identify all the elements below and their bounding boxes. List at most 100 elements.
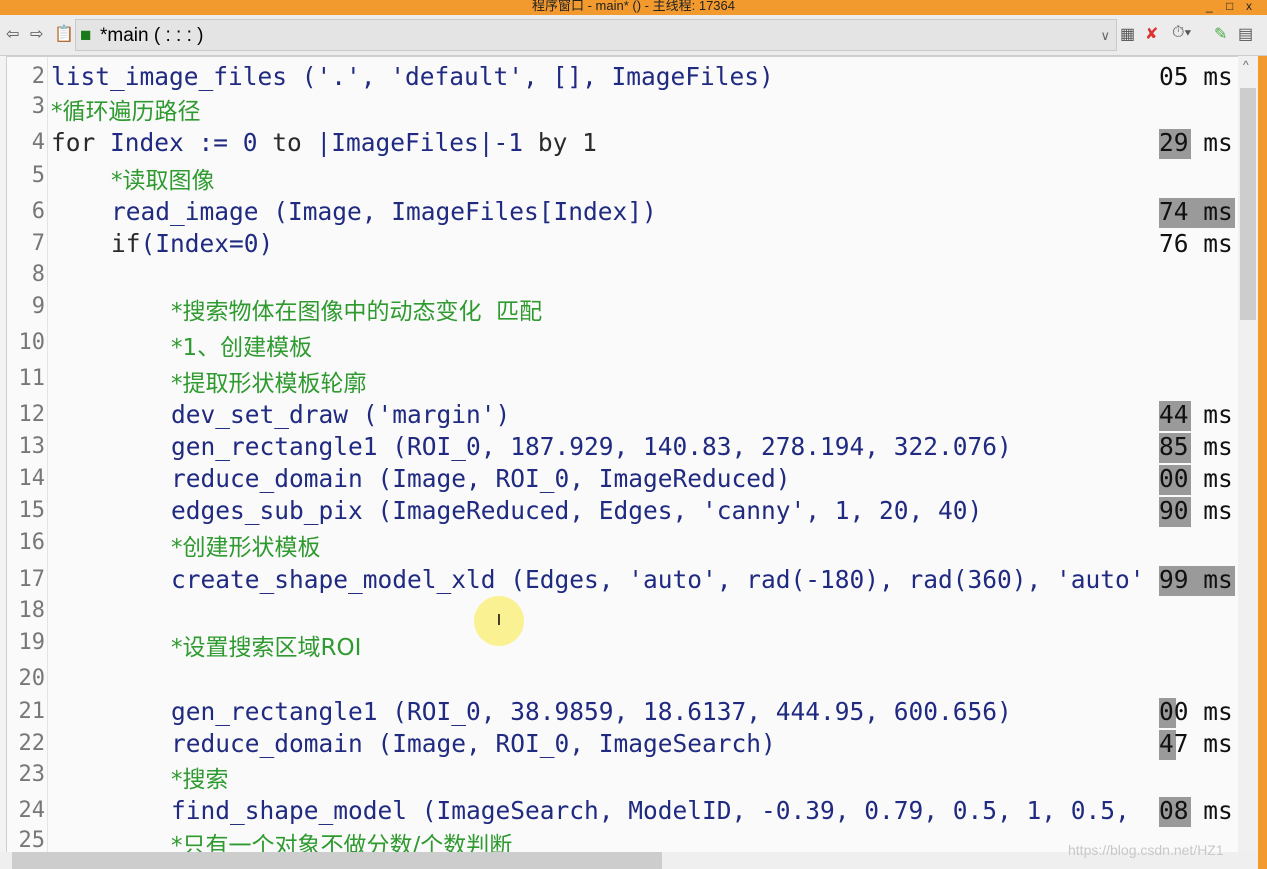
code-line[interactable]: find_shape_model (ImageSearch, ModelID, … xyxy=(171,796,1145,825)
code-line[interactable]: *搜索 xyxy=(171,760,229,794)
scroll-up-icon[interactable]: ^ xyxy=(1243,58,1249,72)
line-number: 25 xyxy=(18,828,46,853)
execution-time: 76 ms xyxy=(1159,229,1233,258)
mouse-cursor-icon: I xyxy=(474,596,524,646)
code-line[interactable]: *创建形状模板 xyxy=(171,528,321,562)
code-token: Index := 0 xyxy=(110,128,273,157)
comment: *读取图像 xyxy=(111,168,215,194)
forward-icon[interactable]: ⇨ xyxy=(30,24,43,44)
calculator-icon[interactable]: ▦ xyxy=(1120,24,1135,44)
settings-icon[interactable]: ▤ xyxy=(1238,24,1253,44)
close-button[interactable]: x xyxy=(1246,0,1252,12)
code-line[interactable]: *1、创建模板 xyxy=(171,328,312,362)
code-line[interactable]: create_shape_model_xld (Edges, 'auto', r… xyxy=(171,565,1145,594)
execution-time: 90 ms xyxy=(1159,496,1233,525)
keyword: by 1 xyxy=(537,128,597,157)
line-number: 11 xyxy=(18,366,46,391)
comment: *设置搜索区域ROI xyxy=(171,635,362,661)
maximize-button[interactable]: □ xyxy=(1226,0,1233,12)
line-number: 19 xyxy=(18,630,46,655)
code-token: reduce_domain (Image, ROI_0, ImageReduce… xyxy=(171,464,791,493)
line-number: 22 xyxy=(18,731,46,756)
keyword: if xyxy=(111,229,141,258)
code-line[interactable]: *读取图像 xyxy=(111,161,215,195)
clipboard-icon[interactable]: 📋 xyxy=(54,24,74,44)
execution-time: 29 ms xyxy=(1159,128,1233,157)
execution-time: 74 ms xyxy=(1159,197,1233,226)
code-token: gen_rectangle1 (ROI_0, 38.9859, 18.6137,… xyxy=(171,697,1012,726)
clear-icon[interactable]: ✘ xyxy=(1145,24,1158,44)
horizontal-scroll-thumb[interactable] xyxy=(12,852,662,869)
title-bar: 程序窗口 - main* () - 主线程: 17364 _ □ x xyxy=(0,0,1267,15)
code-line[interactable]: reduce_domain (Image, ROI_0, ImageSearch… xyxy=(171,729,776,758)
execution-time: 47 ms xyxy=(1159,729,1233,758)
line-number: 21 xyxy=(18,699,46,724)
line-number: 16 xyxy=(18,530,46,555)
code-line[interactable]: gen_rectangle1 (ROI_0, 38.9859, 18.6137,… xyxy=(171,697,1012,726)
code-line[interactable]: *只有一个对象不做分数/个数判断 xyxy=(171,826,513,854)
code-line[interactable]: for Index := 0 to |ImageFiles|-1 by 1 xyxy=(51,128,597,157)
line-number: 7 xyxy=(31,231,45,256)
back-icon[interactable]: ⇦ xyxy=(6,24,19,44)
code-line[interactable]: list_image_files ('.', 'default', [], Im… xyxy=(51,62,774,91)
line-number: 14 xyxy=(18,466,46,491)
execution-time: 00 ms xyxy=(1159,464,1233,493)
execution-time: 99 ms xyxy=(1159,565,1233,594)
minimize-button[interactable]: _ xyxy=(1206,0,1213,12)
line-number: 10 xyxy=(18,330,46,355)
keyword: for xyxy=(51,128,111,157)
code-line[interactable]: read_image (Image, ImageFiles[Index]) xyxy=(111,197,657,226)
code-line[interactable]: gen_rectangle1 (ROI_0, 187.929, 140.83, … xyxy=(171,432,1012,461)
line-number: 9 xyxy=(31,294,45,319)
procedure-name: *main ( : : : ) xyxy=(100,25,204,46)
comment: *搜索 xyxy=(171,767,229,793)
execution-time: 00 ms xyxy=(1159,697,1233,726)
window-title: 程序窗口 - main* () - 主线程: 17364 xyxy=(532,0,735,13)
comment: *创建形状模板 xyxy=(171,535,321,561)
code-token: dev_set_draw ('margin') xyxy=(171,400,511,429)
code-line[interactable]: *提取形状模板轮廓 xyxy=(171,364,367,398)
timer-icon[interactable]: ⏱▾ xyxy=(1172,24,1191,42)
line-number: 4 xyxy=(31,130,45,155)
comment: *只有一个对象不做分数/个数判断 xyxy=(171,833,513,854)
line-number: 18 xyxy=(18,598,46,623)
code-token: find_shape_model (ImageSearch, ModelID, … xyxy=(171,796,1145,825)
line-number: 5 xyxy=(31,163,45,188)
procedure-selector[interactable]: ■ *main ( : : : ) ∨ xyxy=(75,19,1117,51)
procedure-icon: ■ xyxy=(80,25,92,46)
line-number: 23 xyxy=(18,762,46,787)
code-token: read_image (Image, ImageFiles[Index]) xyxy=(111,197,657,226)
chevron-down-icon[interactable]: ∨ xyxy=(1100,20,1110,52)
code-line[interactable]: dev_set_draw ('margin') xyxy=(171,400,510,429)
line-number: 8 xyxy=(31,262,45,287)
code-line[interactable]: *设置搜索区域ROI xyxy=(171,628,361,662)
code-token: reduce_domain (Image, ROI_0, ImageSearch… xyxy=(171,729,776,758)
comment: *1、创建模板 xyxy=(171,335,313,361)
toolbar: ⇦ ⇨ 📋 ■ *main ( : : : ) ∨ ▦ ✘ ⏱▾ ✎ ▤ xyxy=(0,15,1267,56)
line-number: 12 xyxy=(18,402,46,427)
code-line[interactable]: reduce_domain (Image, ROI_0, ImageReduce… xyxy=(171,464,791,493)
code-line[interactable]: if(Index=0) xyxy=(111,229,273,258)
code-token: create_shape_model_xld (Edges, 'auto', r… xyxy=(171,565,1145,594)
keyword: to xyxy=(272,128,317,157)
execution-time: 08 ms xyxy=(1159,796,1233,825)
code-token: gen_rectangle1 (ROI_0, 187.929, 140.83, … xyxy=(171,432,1012,461)
line-number: 17 xyxy=(18,567,46,592)
tools-icon[interactable]: ✎ xyxy=(1214,24,1227,44)
code-line[interactable]: edges_sub_pix (ImageReduced, Edges, 'can… xyxy=(171,496,982,525)
execution-time: 44 ms xyxy=(1159,400,1233,429)
code-token: |ImageFiles|-1 xyxy=(316,128,538,157)
comment: *搜索物体在图像中的动态变化 匹配 xyxy=(171,299,543,325)
window-border xyxy=(1258,56,1267,869)
comment: *提取形状模板轮廓 xyxy=(171,371,367,397)
line-number: 6 xyxy=(31,199,45,224)
vertical-scroll-thumb[interactable] xyxy=(1240,88,1256,320)
code-editor[interactable]: 2 list_image_files ('.', 'default', [], I… xyxy=(6,56,1240,854)
line-number: 2 xyxy=(31,64,45,89)
code-line[interactable]: *搜索物体在图像中的动态变化 匹配 xyxy=(171,292,542,326)
comment: *循环遍历路径 xyxy=(51,99,201,125)
watermark: https://blog.csdn.net/HZ1 xyxy=(1068,842,1224,858)
code-token: edges_sub_pix (ImageReduced, Edges, 'can… xyxy=(171,496,983,525)
code-line[interactable]: *循环遍历路径 xyxy=(51,92,201,126)
line-number: 13 xyxy=(18,434,46,459)
